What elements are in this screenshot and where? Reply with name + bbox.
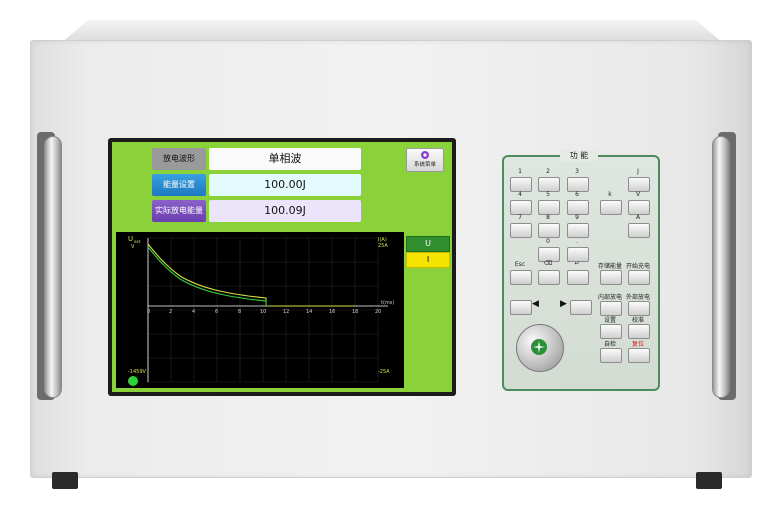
key-left[interactable] [510,300,532,315]
key-calibrate-label: 校准 [631,317,644,324]
x-tick-12: 12 [283,309,289,315]
u-channel-button[interactable]: U [406,236,450,252]
key-self-test[interactable] [600,348,622,363]
handle-right [712,136,730,398]
key-esc[interactable] [510,270,532,285]
x-tick-18: 18 [352,309,358,315]
flower-icon [421,151,429,159]
x-tick-0: 0 [147,309,150,315]
energy-set-label: 能量设置 [152,174,206,196]
key-external-discharge-label: 外部放电 [625,294,650,301]
x-tick-10: 10 [260,309,266,315]
waveform-label: 放电波形 [152,148,206,170]
x-axis-unit: t(ms) [381,300,394,306]
key-start-charge-label: 开始充电 [625,263,650,270]
key-external-discharge[interactable] [628,301,650,316]
key-calibrate[interactable] [628,324,650,339]
u-axis-sub: ext [134,239,141,244]
u-axis-unit: V [131,244,135,250]
key-9-label: 9 [575,214,579,221]
key-k[interactable] [600,200,622,215]
oscilloscope-display: 0 2 4 6 8 10 12 14 16 18 20 t(ms) U ext … [116,232,404,388]
voltage-trace [147,243,356,307]
current-trace [147,246,267,306]
key-backspace[interactable] [538,270,560,285]
key-v-label: V [635,191,641,198]
key-6[interactable] [567,200,589,215]
u-bottom-value: -1459V [128,369,147,375]
key-enter[interactable] [567,270,589,285]
x-tick-6: 6 [215,309,218,315]
x-tick-16: 16 [329,309,335,315]
key-3[interactable] [567,177,589,192]
key-reset-label: 复位 [631,341,644,348]
key-store-energy[interactable] [600,270,622,285]
i-channel-button[interactable]: I [406,252,450,268]
key-7[interactable] [510,223,532,238]
x-tick-4: 4 [192,309,195,315]
system-menu-button[interactable]: 系统菜单 [406,148,444,172]
rotary-knob-icon [531,339,547,355]
key-a-label: A [635,214,641,221]
u-axis-label: U [128,235,133,243]
foot-left [52,472,78,489]
chassis-top [62,20,722,42]
key-right[interactable] [570,300,592,315]
key-v[interactable] [628,200,650,215]
key-2[interactable] [538,177,560,192]
i-bottom-value: -25A [378,369,390,375]
key-9[interactable] [567,223,589,238]
lcd-screen: 放电波形 单相波 能量设置 100.00J 实际放电能量 100.09J 系统菜… [112,142,452,392]
key-4[interactable] [510,200,532,215]
key-settings[interactable] [600,324,622,339]
key-internal-discharge[interactable] [600,301,622,316]
oscilloscope-plot: 0 2 4 6 8 10 12 14 16 18 20 t(ms) U ext … [128,235,394,383]
key-a[interactable] [628,223,650,238]
key-reset[interactable] [628,348,650,363]
waveform-value[interactable]: 单相波 [209,148,361,170]
foot-right [696,472,722,489]
i-top-value: 25A [378,243,388,249]
key-8[interactable] [538,223,560,238]
actual-energy-label: 实际放电能量 [152,200,206,222]
key-j-label: J [637,168,639,175]
x-tick-8: 8 [238,309,241,315]
key-3-label: 3 [575,168,579,175]
key-1[interactable] [510,177,532,192]
actual-energy-value: 100.09J [209,200,361,222]
x-tick-14: 14 [306,309,312,315]
system-menu-label: 系统菜单 [413,162,436,168]
x-tick-2: 2 [169,309,172,315]
x-tick-20: 20 [375,309,381,315]
key-j[interactable] [628,177,650,192]
key-5[interactable] [538,200,560,215]
status-indicator [128,376,138,386]
left-arrow-icon: ◀ [532,299,539,309]
handle-left [44,136,62,398]
energy-set-value[interactable]: 100.00J [209,174,361,196]
key-dot-label: . [576,238,578,245]
keypad-title: 功 能 [560,150,598,161]
right-arrow-icon: ▶ [560,299,567,309]
key-start-charge[interactable] [628,270,650,285]
